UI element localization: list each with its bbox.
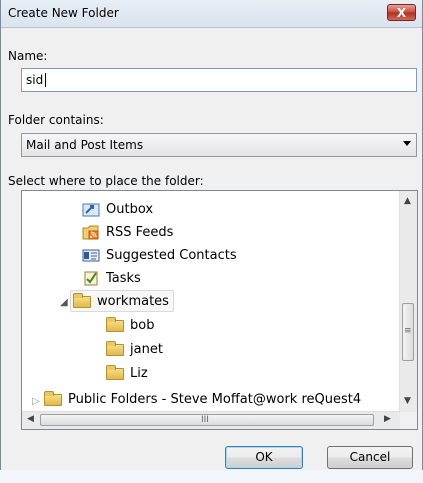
horizontal-scrollbar[interactable]: ◀ III ▶ <box>22 411 400 429</box>
folder-tree[interactable]: Outbox RSS Feeds Suggested Contacts Task… <box>21 190 418 430</box>
close-icon: X <box>396 6 407 20</box>
title-bar: Create New Folder X <box>1 0 422 28</box>
tree-item-suggested-contacts[interactable]: Suggested Contacts <box>82 245 237 265</box>
folder-icon <box>73 293 91 309</box>
tree-item-label: Suggested Contacts <box>106 247 237 263</box>
tree-item-liz[interactable]: Liz <box>106 363 148 383</box>
placement-label: Select where to place the folder: <box>8 174 204 188</box>
tree-item-tasks[interactable]: Tasks <box>82 268 141 288</box>
tree-item-label: workmates <box>97 293 169 309</box>
scroll-right-arrow-icon[interactable]: ▶ <box>384 414 391 424</box>
vertical-scroll-thumb[interactable]: ≡ <box>402 303 414 361</box>
dialog-title: Create New Folder <box>8 6 119 20</box>
name-field[interactable] <box>21 68 417 92</box>
horizontal-scroll-thumb[interactable]: III <box>40 414 374 426</box>
tree-item-label: RSS Feeds <box>106 224 174 240</box>
grip-icon: ≡ <box>404 326 412 336</box>
vertical-scrollbar[interactable]: ▲ ≡ ▼ <box>399 191 417 413</box>
folder-icon <box>106 341 124 357</box>
tree-item-workmates[interactable]: workmates <box>70 290 174 312</box>
create-new-folder-dialog: Create New Folder X Name: Folder contain… <box>0 0 423 470</box>
folder-contains-select[interactable]: Mail and Post Items <box>21 133 417 157</box>
cancel-button[interactable]: Cancel <box>327 446 413 469</box>
tree-item-outbox[interactable]: Outbox <box>82 199 153 219</box>
tree-item-label: janet <box>130 341 163 357</box>
close-button[interactable]: X <box>387 4 416 21</box>
tree-item-label: Liz <box>130 365 148 381</box>
tree-item-janet[interactable]: janet <box>106 339 163 359</box>
expand-triangle-icon[interactable]: ▷ <box>32 396 40 407</box>
tree-item-label: bob <box>130 317 155 333</box>
ok-button[interactable]: OK <box>225 446 303 469</box>
grip-label: III <box>201 415 209 425</box>
folder-icon <box>106 365 124 381</box>
folder-icon <box>106 317 124 333</box>
name-label: Name: <box>8 49 48 63</box>
outbox-icon <box>82 201 100 217</box>
tree-item-label: Public Folders - Steve Moffat@work reQue… <box>68 391 362 407</box>
folder-contains-value: Mail and Post Items <box>26 138 144 152</box>
collapse-triangle-icon[interactable]: ◢ <box>60 297 68 308</box>
scrollbar-corner <box>400 412 417 429</box>
rss-icon <box>82 224 100 240</box>
scroll-left-arrow-icon[interactable]: ◀ <box>27 414 34 424</box>
tasks-icon <box>82 270 100 286</box>
scroll-up-arrow-icon[interactable]: ▲ <box>404 196 411 206</box>
tree-item-label: Outbox <box>106 201 154 217</box>
tree-item-bob[interactable]: bob <box>106 315 154 335</box>
tree-item-label: Tasks <box>106 270 141 286</box>
contacts-icon <box>82 247 100 263</box>
chevron-down-icon <box>403 141 411 146</box>
public-folders-icon <box>44 391 62 407</box>
tree-item-rss-feeds[interactable]: RSS Feeds <box>82 222 173 242</box>
text-caret <box>45 73 46 87</box>
tree-item-public-folders[interactable]: Public Folders - Steve Moffat@work reQue… <box>44 389 361 409</box>
scroll-down-arrow-icon[interactable]: ▼ <box>404 396 411 406</box>
folder-contains-label: Folder contains: <box>8 113 104 127</box>
